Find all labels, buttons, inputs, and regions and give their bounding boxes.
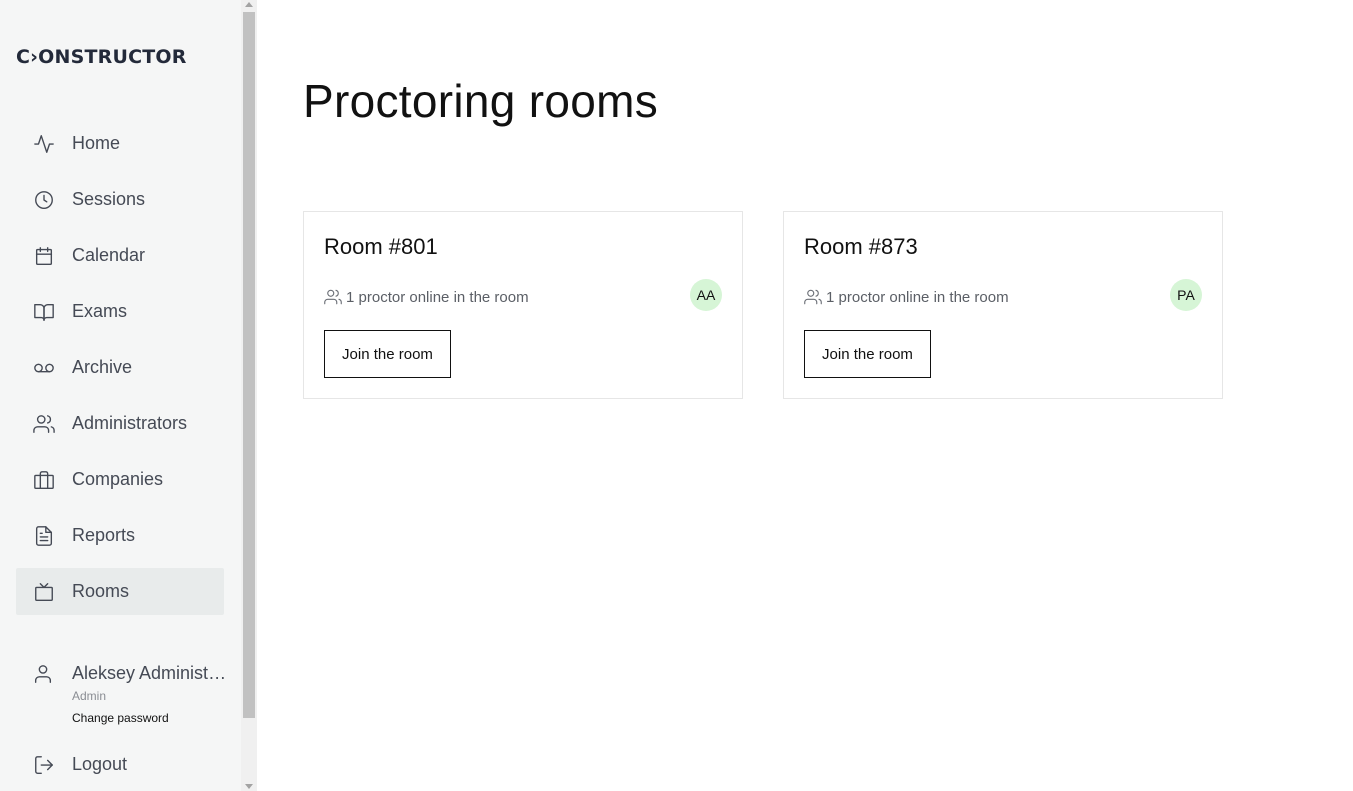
- users-icon: [32, 412, 56, 436]
- sidebar-item-rooms[interactable]: Rooms: [16, 568, 224, 615]
- avatar: AA: [690, 279, 722, 311]
- room-proctor-info: 1 proctor online in the room: [804, 288, 1009, 306]
- constructor-logo[interactable]: C›ONSTRUCTOR: [16, 46, 187, 68]
- sidebar-item-calendar[interactable]: Calendar: [16, 232, 224, 279]
- logout-label: Logout: [72, 754, 128, 774]
- users-icon: [324, 288, 342, 306]
- scroll-up-arrow-icon[interactable]: [245, 2, 253, 7]
- users-icon: [804, 288, 822, 306]
- room-title: Room #873: [804, 234, 918, 259]
- room-card: Room #801 1 proctor online in the room A…: [303, 211, 743, 399]
- sidebar-item-label: Calendar: [72, 245, 146, 265]
- calendar-icon: [32, 244, 56, 268]
- sidebar-item-label: Home: [72, 133, 121, 153]
- scroll-down-arrow-icon[interactable]: [245, 784, 253, 789]
- sidebar-item-reports[interactable]: Reports: [16, 512, 224, 559]
- sidebar-scrollbar[interactable]: [241, 0, 257, 791]
- sidebar-item-companies[interactable]: Companies: [16, 456, 224, 503]
- sidebar-item-home[interactable]: Home: [16, 120, 224, 167]
- avatar: PA: [1170, 279, 1202, 311]
- user-role: Admin: [72, 689, 107, 703]
- room-title: Room #801: [324, 234, 438, 259]
- sidebar-item-label: Sessions: [72, 189, 146, 209]
- sidebar-item-label: Reports: [72, 525, 136, 545]
- sidebar-item-archive[interactable]: Archive: [16, 344, 224, 391]
- sidebar-item-label: Archive: [72, 357, 133, 377]
- sidebar-item-label: Exams: [72, 301, 128, 321]
- tv-icon: [32, 580, 56, 604]
- sidebar: C›ONSTRUCTOR Home Sessions Calendar Exam…: [0, 0, 241, 791]
- voicemail-icon: [32, 356, 56, 380]
- scrollbar-thumb[interactable]: [243, 12, 255, 718]
- sidebar-item-exams[interactable]: Exams: [16, 288, 224, 335]
- book-open-icon: [32, 300, 56, 324]
- sidebar-item-sessions[interactable]: Sessions: [16, 176, 224, 223]
- room-proctor-count: 1 proctor online in the room: [346, 288, 529, 306]
- log-out-icon: [32, 753, 56, 777]
- user-name: Aleksey Administrator: [72, 663, 228, 683]
- briefcase-icon: [32, 468, 56, 492]
- sidebar-item-label: Companies: [72, 469, 164, 489]
- join-room-button[interactable]: Join the room: [324, 330, 451, 378]
- sidebar-item-label: Administrators: [72, 413, 188, 433]
- room-card: Room #873 1 proctor online in the room P…: [783, 211, 1223, 399]
- page-title: Proctoring rooms: [303, 75, 659, 127]
- change-password-link[interactable]: Change password: [72, 711, 169, 725]
- user-icon: [32, 663, 56, 687]
- join-room-button[interactable]: Join the room: [804, 330, 931, 378]
- file-text-icon: [32, 524, 56, 548]
- room-proctor-count: 1 proctor online in the room: [826, 288, 1009, 306]
- sidebar-item-administrators[interactable]: Administrators: [16, 400, 224, 447]
- logout-button[interactable]: Logout: [16, 741, 224, 788]
- sidebar-item-label: Rooms: [72, 581, 130, 601]
- activity-icon: [32, 132, 56, 156]
- room-proctor-info: 1 proctor online in the room: [324, 288, 529, 306]
- clock-icon: [32, 188, 56, 212]
